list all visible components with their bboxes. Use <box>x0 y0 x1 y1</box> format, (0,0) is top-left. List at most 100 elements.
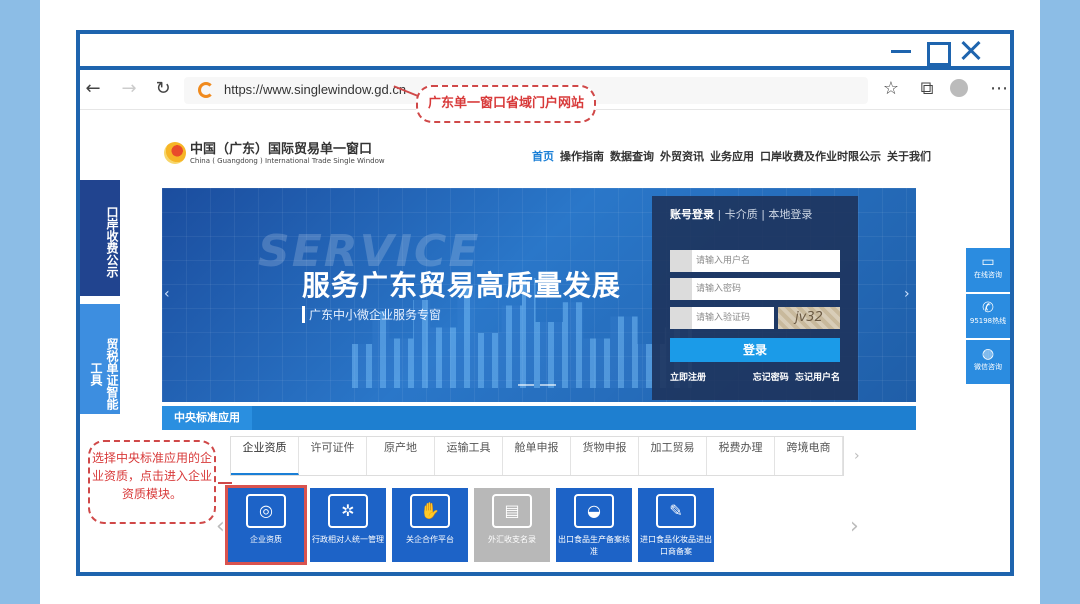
favorites-star-icon[interactable]: ☆ <box>880 78 902 100</box>
category-tab[interactable]: 企业资质 <box>231 437 299 475</box>
category-tab[interactable]: 舱单申报 <box>503 437 571 475</box>
hotline-label: 95198热线 <box>969 317 1007 325</box>
app-tiles: ◎ 企业资质 ✲ 行政相对人统一管理 ✋ 关企合作平台 ▤ 外汇收支名录 ◒ 出口食品生产… <box>225 485 714 565</box>
app-tile-customs-enterprise-platform[interactable]: ✋ 关企合作平台 <box>392 488 468 562</box>
tile-label: 外汇收支名录 <box>488 535 536 544</box>
app-tile-enterprise-qualification[interactable]: ◎ 企业资质 <box>225 485 307 565</box>
collections-icon[interactable]: ⧉ <box>916 78 938 100</box>
back-icon[interactable]: ← <box>82 78 104 100</box>
document-icon: ▤ <box>492 494 532 528</box>
login-panel: 账号登录 | 卡介质 | 本地登录 请输入用户名 请输入密码 请输入验证码 jv… <box>652 196 858 400</box>
instruction-callout: 选择中央标准应用的企业资质，点击进入企业资质模块。 <box>88 440 232 524</box>
wechat-consult-button[interactable]: ◍ 微信咨询 <box>966 340 1010 384</box>
login-links: 立即注册 忘记密码 忘记用户名 <box>670 370 840 383</box>
food-icon: ◒ <box>574 494 614 528</box>
site-logo-cn[interactable]: 中国（广东）国际贸易单一窗口 <box>190 138 372 157</box>
tiles-prev-icon[interactable]: ‹ <box>216 514 225 539</box>
network-icon: ✲ <box>328 494 368 528</box>
banner-dot[interactable] <box>518 384 534 386</box>
lock-icon <box>670 278 692 300</box>
login-button[interactable]: 登录 <box>670 338 840 362</box>
handshake-icon: ✋ <box>410 494 450 528</box>
nav-port-fees[interactable]: 口岸收费及作业时限公示 <box>760 148 881 164</box>
banner-subslogan: 广东中小微企业服务专窗 <box>302 306 441 323</box>
hero-banner: SERVICE 服务广东贸易高质量发展 广东中小微企业服务专窗 ‹ › 账号登录… <box>162 188 916 402</box>
left-side-band <box>0 0 40 604</box>
wechat-consult-label: 微信咨询 <box>974 363 1002 371</box>
category-tab[interactable]: 原产地 <box>367 437 435 475</box>
tile-label: 进口食品化妆品进出口商备案 <box>640 535 712 556</box>
banner-dot[interactable] <box>540 384 556 386</box>
trade-tax-tool-button[interactable]: 贸税单证智能工具 <box>80 304 120 414</box>
category-tab[interactable]: 货物申报 <box>571 437 639 475</box>
app-tile-import-food-cosmetics[interactable]: ✎ 进口食品化妆品进出口商备案 <box>638 488 714 562</box>
captcha-input[interactable]: 请输入验证码 <box>670 307 774 329</box>
site-logo-en: China ( Guangdong ) International Trade … <box>190 157 385 165</box>
category-tab[interactable]: 税费办理 <box>707 437 775 475</box>
login-tabs: 账号登录 | 卡介质 | 本地登录 <box>670 208 813 221</box>
site-logo-icon[interactable] <box>164 142 186 164</box>
close-icon[interactable] <box>960 40 982 62</box>
tile-label: 关企合作平台 <box>406 535 454 544</box>
tab-local-login[interactable]: 本地登录 <box>768 208 812 221</box>
nav-about[interactable]: 关于我们 <box>887 148 931 164</box>
tiles-next-icon[interactable]: › <box>850 514 859 539</box>
nav-apps[interactable]: 业务应用 <box>710 148 754 164</box>
banner-next-icon[interactable]: › <box>904 286 910 302</box>
category-next-icon[interactable]: › <box>854 448 860 464</box>
minimize-icon[interactable] <box>890 40 912 62</box>
shield-icon <box>670 307 692 329</box>
online-consult-button[interactable]: ▭ 在线咨询 <box>966 248 1010 292</box>
app-tile-export-food-filing[interactable]: ◒ 出口食品生产备案核准 <box>556 488 632 562</box>
reload-icon[interactable]: ↻ <box>152 78 174 100</box>
chat-icon: ▭ <box>981 254 995 270</box>
category-tabs: 企业资质 许可证件 原产地 运输工具 舱单申报 货物申报 加工贸易 税费办理 跨… <box>230 436 844 476</box>
tile-label: 出口食品生产备案核准 <box>558 535 630 556</box>
category-tab[interactable]: 许可证件 <box>299 437 367 475</box>
std-app-tab[interactable]: 中央标准应用 <box>162 406 252 430</box>
profile-avatar-icon[interactable] <box>950 79 968 97</box>
captcha-image[interactable]: jv32 <box>778 307 840 329</box>
window-titlebar <box>80 34 1010 70</box>
browser-window: ← → ↻ https://www.singlewindow.gd.cn ☆ ⧉… <box>76 30 1014 576</box>
url-callout: 广东单一窗口省域门户网站 <box>416 85 596 123</box>
user-icon <box>670 250 692 272</box>
app-tile-forex-list[interactable]: ▤ 外汇收支名录 <box>474 488 550 562</box>
nav-trade-news[interactable]: 外贸资讯 <box>660 148 704 164</box>
more-menu-icon[interactable]: ⋯ <box>988 78 1010 100</box>
nav-data-query[interactable]: 数据查询 <box>610 148 654 164</box>
tile-label: 行政相对人统一管理 <box>312 535 384 544</box>
username-input[interactable]: 请输入用户名 <box>670 250 840 272</box>
cosmetics-icon: ✎ <box>656 494 696 528</box>
category-tab[interactable]: 运输工具 <box>435 437 503 475</box>
tile-label: 企业资质 <box>250 535 282 544</box>
online-consult-label: 在线咨询 <box>974 271 1002 279</box>
maximize-icon[interactable] <box>925 40 951 66</box>
username-placeholder: 请输入用户名 <box>696 256 751 266</box>
hotline-button[interactable]: ✆ 95198热线 <box>966 294 1010 338</box>
forward-icon[interactable]: → <box>118 78 140 100</box>
nav-home[interactable]: 首页 <box>532 148 554 164</box>
tab-account-login[interactable]: 账号登录 <box>670 208 714 221</box>
category-tab[interactable]: 跨境电商 <box>775 437 843 475</box>
category-tab[interactable]: 加工贸易 <box>639 437 707 475</box>
password-input[interactable]: 请输入密码 <box>670 278 840 300</box>
captcha-placeholder: 请输入验证码 <box>696 313 751 323</box>
web-page: 中国（广东）国际贸易单一窗口 China ( Guangdong ) Inter… <box>80 114 1010 572</box>
wechat-icon: ◍ <box>981 346 995 362</box>
banner-prev-icon[interactable]: ‹ <box>164 286 170 302</box>
app-tile-admin-counterpart[interactable]: ✲ 行政相对人统一管理 <box>310 488 386 562</box>
url-text: https://www.singlewindow.gd.cn <box>224 82 407 97</box>
site-favicon-icon <box>198 82 214 98</box>
banner-slogan: 服务广东贸易高质量发展 <box>302 269 622 302</box>
right-side-band <box>1040 0 1080 604</box>
site-header: 中国（广东）国际贸易单一窗口 China ( Guangdong ) Inter… <box>80 114 1010 186</box>
tab-card-login[interactable]: 卡介质 <box>725 208 758 221</box>
port-fee-notice-button[interactable]: 口岸收费公示 <box>80 180 120 296</box>
banner-dots <box>518 384 556 386</box>
nav-guide[interactable]: 操作指南 <box>560 148 604 164</box>
forgot-username-link[interactable]: 忘记用户名 <box>795 373 840 383</box>
forgot-password-link[interactable]: 忘记密码 <box>753 373 789 383</box>
monitor-icon: ◎ <box>246 494 286 528</box>
register-link[interactable]: 立即注册 <box>670 373 706 383</box>
